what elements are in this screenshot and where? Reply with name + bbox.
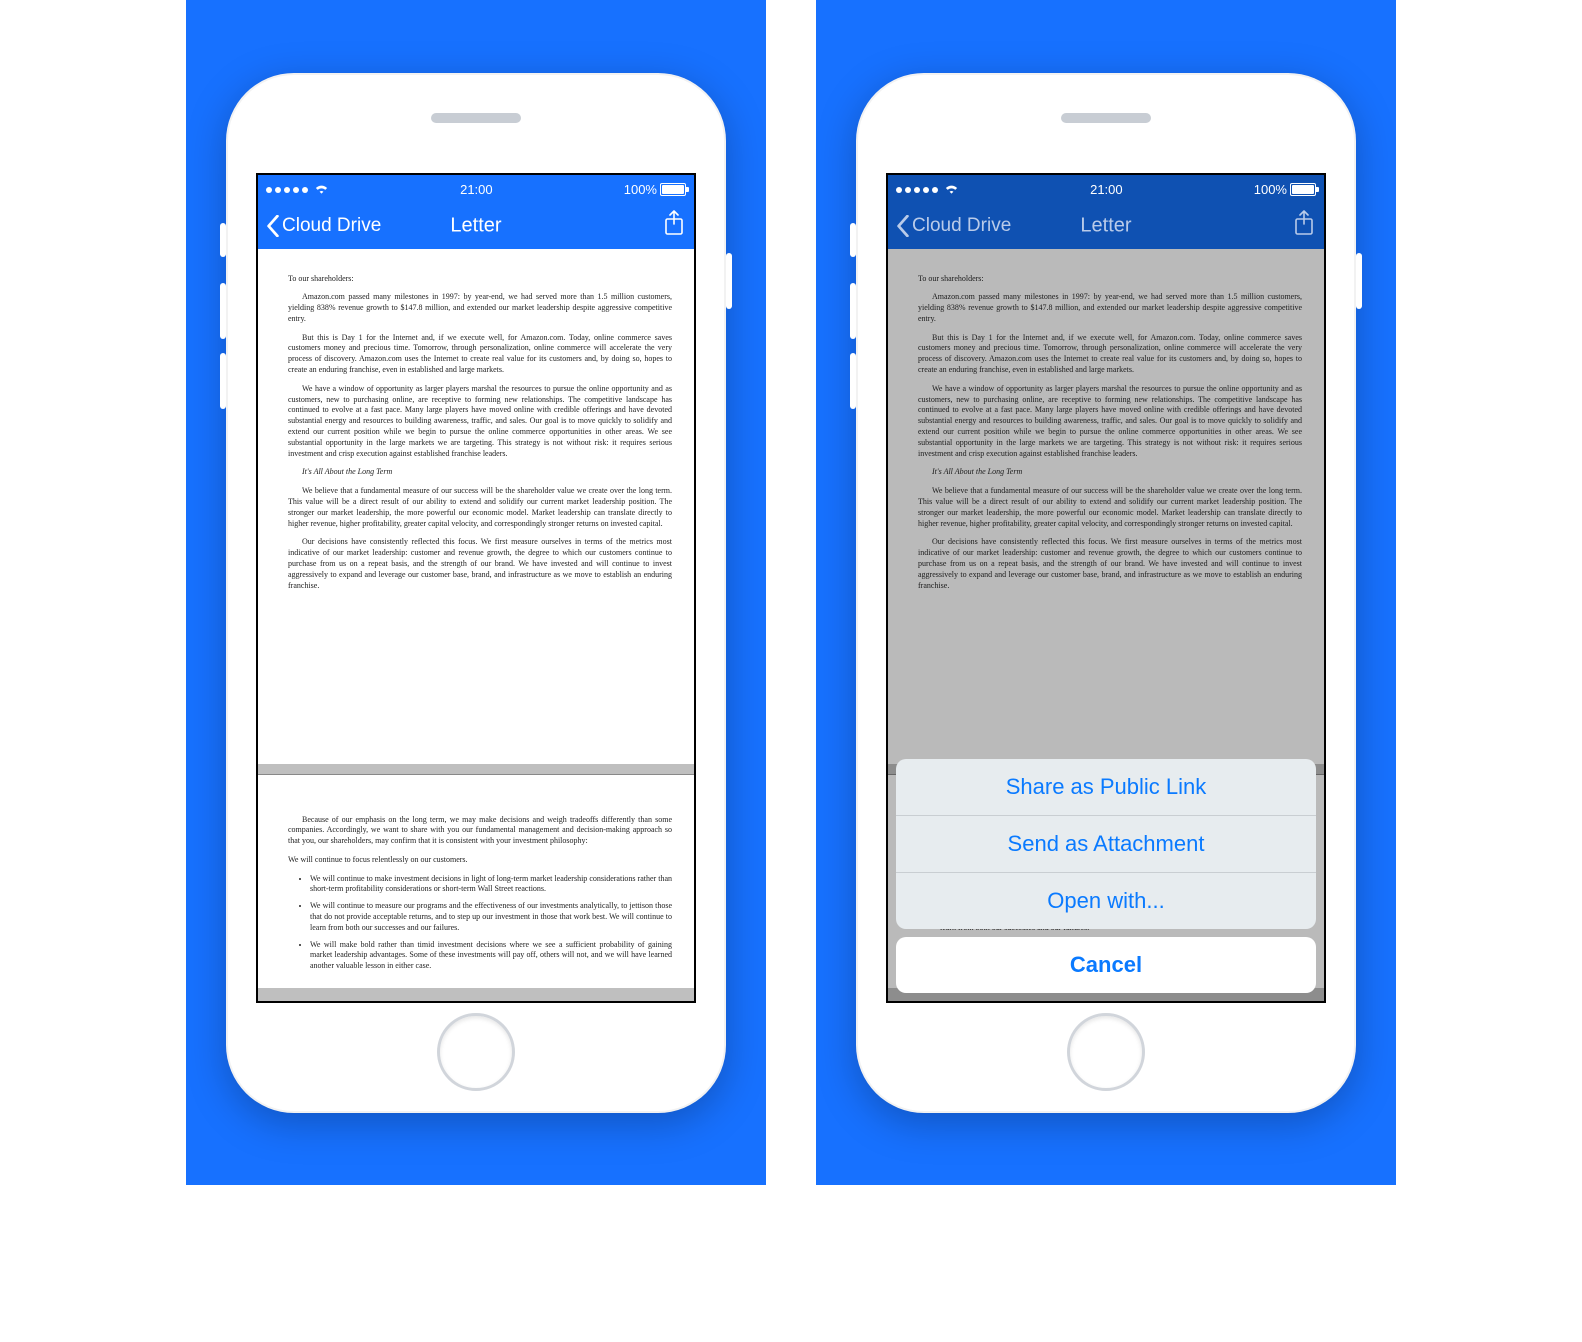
- chevron-left-icon: [896, 215, 910, 237]
- battery-icon: [1290, 183, 1316, 196]
- screenshot-right: 21:00 100% Cloud Drive Letter: [816, 0, 1396, 1185]
- phone-frame: 21:00 100% Cloud Drive Letter: [226, 73, 726, 1113]
- back-label: Cloud Drive: [912, 215, 1011, 237]
- wifi-icon: [314, 182, 329, 197]
- document-page-1: To our shareholders: Amazon.com passed m…: [258, 249, 694, 764]
- action-sheet: Share as Public Link Send as Attachment …: [896, 759, 1316, 993]
- status-bar: 21:00 100%: [258, 175, 694, 203]
- battery-icon: [660, 183, 686, 196]
- battery-percent: 100%: [624, 182, 657, 197]
- signal-dots-icon: [896, 187, 938, 193]
- page-title: Letter: [1080, 214, 1131, 237]
- back-button[interactable]: Cloud Drive: [896, 215, 1011, 237]
- phone-screen: 21:00 100% Cloud Drive Letter: [256, 173, 696, 1003]
- share-icon: [664, 210, 684, 236]
- wifi-icon: [944, 182, 959, 197]
- screenshot-left: 21:00 100% Cloud Drive Letter: [186, 0, 766, 1185]
- action-send-attachment[interactable]: Send as Attachment: [896, 815, 1316, 872]
- action-cancel[interactable]: Cancel: [896, 937, 1316, 993]
- action-share-public-link[interactable]: Share as Public Link: [896, 759, 1316, 815]
- page-title: Letter: [450, 214, 501, 237]
- chevron-left-icon: [266, 215, 280, 237]
- status-bar: 21:00 100%: [888, 175, 1324, 203]
- nav-bar: Cloud Drive Letter: [888, 203, 1324, 249]
- status-time: 21:00: [460, 182, 493, 197]
- phone-screen: 21:00 100% Cloud Drive Letter: [886, 173, 1326, 1003]
- back-label: Cloud Drive: [282, 215, 381, 237]
- nav-bar: Cloud Drive Letter: [258, 203, 694, 249]
- signal-dots-icon: [266, 187, 308, 193]
- back-button[interactable]: Cloud Drive: [266, 215, 381, 237]
- document-viewer[interactable]: To our shareholders: Amazon.com passed m…: [258, 249, 694, 1001]
- share-button[interactable]: [1294, 210, 1314, 242]
- action-open-with[interactable]: Open with...: [896, 872, 1316, 929]
- status-time: 21:00: [1090, 182, 1123, 197]
- share-button[interactable]: [664, 210, 684, 242]
- phone-frame: 21:00 100% Cloud Drive Letter: [856, 73, 1356, 1113]
- share-icon: [1294, 210, 1314, 236]
- battery-percent: 100%: [1254, 182, 1287, 197]
- document-page-2: Because of our emphasis on the long term…: [258, 774, 694, 989]
- document-page-1: To our shareholders: Amazon.com passed m…: [888, 249, 1324, 764]
